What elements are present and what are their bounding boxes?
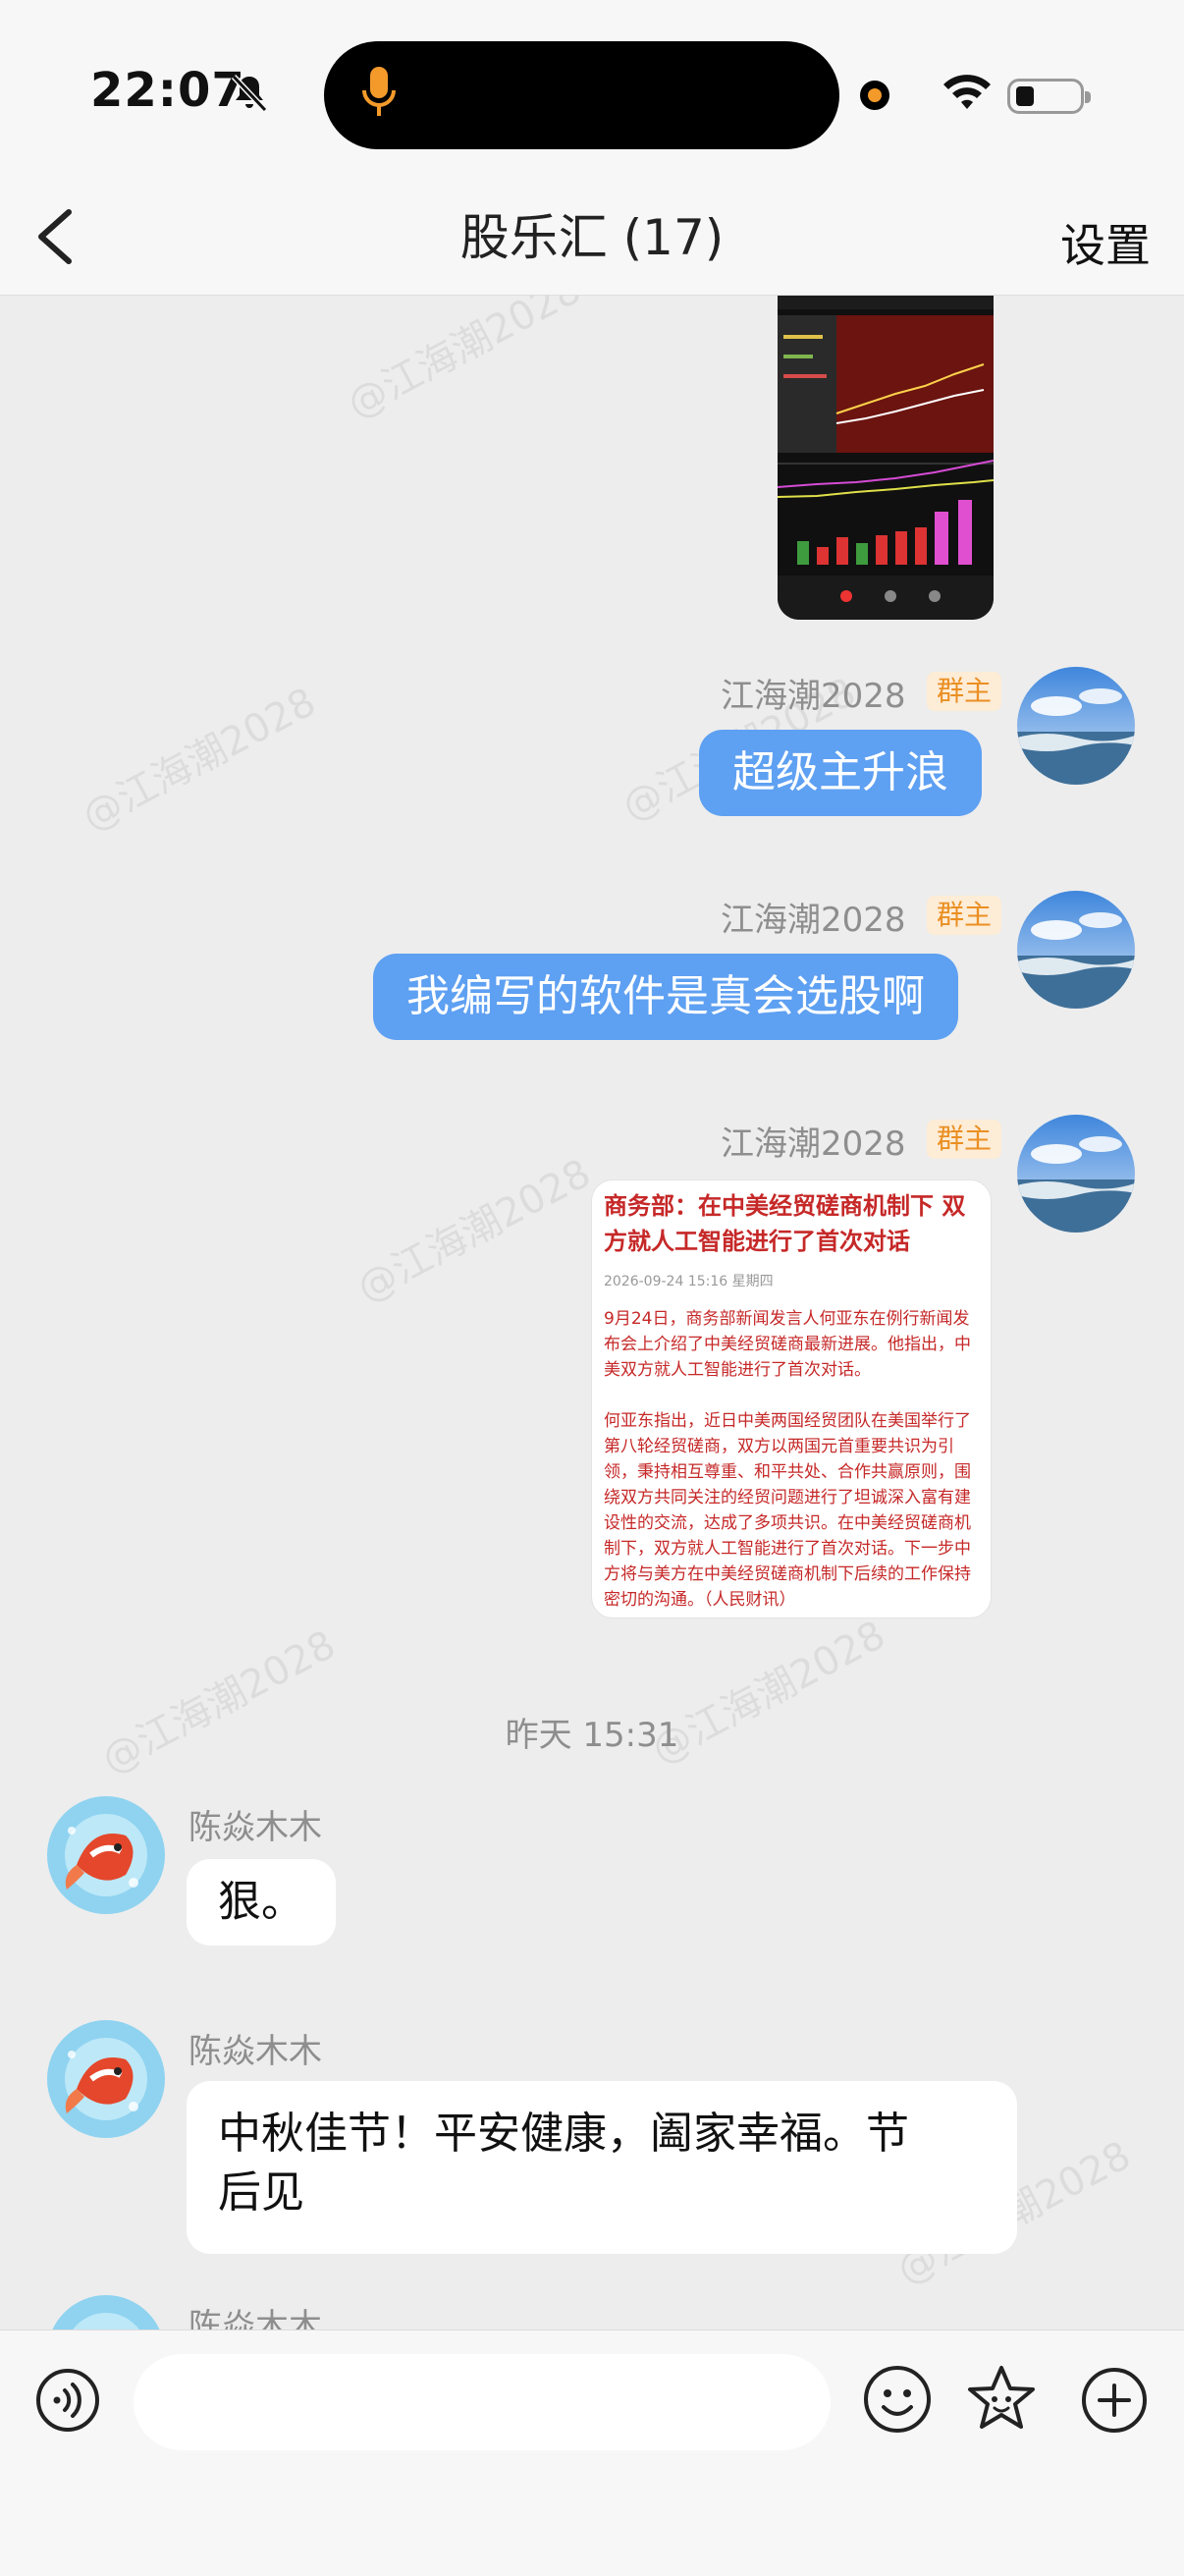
sender-name: 江海潮2028 bbox=[721, 1124, 906, 1164]
stock-chart-thumbnail bbox=[778, 296, 994, 620]
avatar-sea-image bbox=[1017, 667, 1135, 785]
watermark: @江海潮2028 bbox=[94, 1621, 344, 1783]
owner-badge: 群主 bbox=[927, 672, 1002, 711]
avatar[interactable] bbox=[47, 2295, 165, 2329]
emoji-icon[interactable] bbox=[862, 2364, 933, 2435]
message-bubble[interactable]: 狠。 bbox=[187, 1859, 336, 1946]
wifi-icon bbox=[943, 75, 991, 109]
news-title: 商务部：在中美经贸磋商机制下 双方就人工智能进行了首次对话 bbox=[604, 1192, 966, 1255]
avatar-koi-image bbox=[47, 2295, 165, 2329]
avatar-sea-image bbox=[1017, 1115, 1135, 1233]
voice-icon[interactable] bbox=[35, 2368, 100, 2433]
message-bubble[interactable]: 超级主升浪 bbox=[699, 730, 982, 816]
owner-badge: 群主 bbox=[927, 1120, 1002, 1159]
message-bubble[interactable]: 我编写的软件是真会选股啊 bbox=[373, 954, 958, 1040]
stock-chart-image[interactable] bbox=[778, 296, 994, 620]
avatar[interactable] bbox=[47, 2020, 165, 2138]
news-paragraph: 9月24日，商务部新闻发言人何亚东在例行新闻发布会上介绍了中美经贸磋商最新进展。… bbox=[604, 1309, 971, 1380]
plus-icon[interactable] bbox=[1080, 2366, 1149, 2435]
watermark: @江海潮2028 bbox=[340, 296, 589, 428]
chat-title: 股乐汇 (17) bbox=[459, 209, 725, 266]
avatar-sea-image bbox=[1017, 891, 1135, 1009]
message-input[interactable] bbox=[134, 2354, 831, 2450]
avatar-koi-image bbox=[47, 1796, 165, 1914]
avatar[interactable] bbox=[1017, 891, 1135, 1009]
news-date: 2026-09-24 15:16 星期四 bbox=[604, 1274, 774, 1289]
sender-name: 陈焱木木 bbox=[188, 2307, 322, 2329]
news-paragraph: 何亚东指出，近日中美两国经贸团队在美国举行了第八轮经贸磋商，双方以两国元首重要共… bbox=[604, 1411, 971, 1610]
settings-button[interactable]: 设置 bbox=[1060, 210, 1151, 275]
sticker-icon[interactable] bbox=[964, 2362, 1039, 2437]
battery-icon bbox=[1007, 79, 1091, 114]
message-bubble[interactable]: 中秋佳节！平安健康，阖家幸福。节 后见 bbox=[187, 2081, 1017, 2254]
bell-slash-icon bbox=[231, 74, 268, 113]
sender-name: 陈焱木木 bbox=[188, 2032, 322, 2071]
status-bar: 22:07 bbox=[0, 0, 1184, 177]
avatar[interactable] bbox=[1017, 667, 1135, 785]
avatar[interactable] bbox=[47, 1796, 165, 1914]
watermark: @江海潮2028 bbox=[75, 679, 324, 841]
dynamic-island bbox=[324, 41, 839, 149]
watermark: @江海潮2028 bbox=[350, 1150, 599, 1312]
sender-name: 江海潮2028 bbox=[721, 901, 906, 940]
recording-dot-icon bbox=[860, 81, 889, 110]
avatar[interactable] bbox=[1017, 1115, 1135, 1233]
chat-header: 股乐汇 (17) 设置 bbox=[0, 177, 1184, 296]
news-image-message[interactable]: 商务部：在中美经贸磋商机制下 双方就人工智能进行了首次对话 2026-09-24… bbox=[591, 1179, 992, 1618]
sender-name: 陈焱木木 bbox=[188, 1808, 322, 1847]
status-time: 22:07 bbox=[90, 63, 245, 118]
owner-badge: 群主 bbox=[927, 896, 1002, 935]
message-text-line: 后见 bbox=[218, 2167, 304, 2218]
avatar-koi-image bbox=[47, 2020, 165, 2138]
sender-name: 江海潮2028 bbox=[721, 677, 906, 716]
message-list[interactable]: @江海潮2028 @江海潮2028 @江海潮2028 @江海潮2028 @江海潮… bbox=[0, 296, 1184, 2329]
time-separator: 昨天 15:31 bbox=[505, 1716, 679, 1755]
input-bar bbox=[0, 2329, 1184, 2576]
microphone-icon bbox=[362, 67, 396, 116]
message-text-line: 中秋佳节！平安健康，阖家幸福。节 bbox=[218, 2109, 909, 2159]
